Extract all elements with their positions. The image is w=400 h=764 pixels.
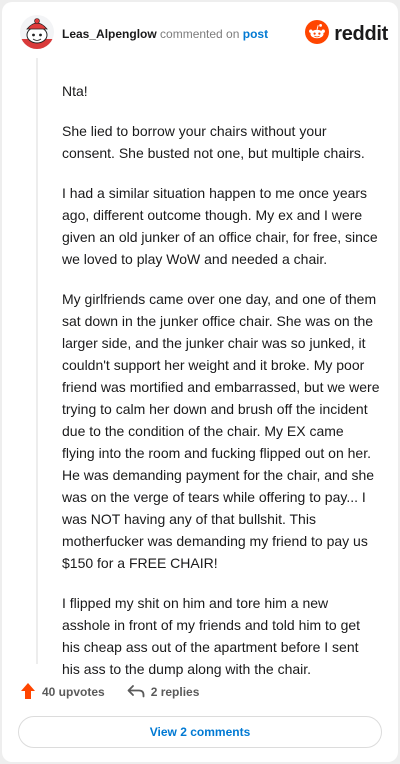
- post-link[interactable]: post: [243, 27, 268, 41]
- action-text: commented on: [160, 27, 240, 41]
- reddit-wordmark: reddit: [334, 22, 388, 45]
- snoo-avatar-icon[interactable]: [20, 15, 54, 49]
- comment-header: Leas_Alpenglow commented on post reddit: [2, 2, 398, 62]
- upvote-count: 40 upvotes: [42, 685, 105, 699]
- reply-arrow-icon: [127, 684, 151, 701]
- replies-button[interactable]: 2 replies: [127, 684, 200, 701]
- reddit-logo-icon: [305, 19, 330, 49]
- username-link[interactable]: Leas_Alpenglow: [62, 27, 157, 41]
- comment-paragraph: She lied to borrow your chairs without y…: [62, 123, 365, 161]
- comment-paragraph: I flipped my shit on him and tore him a …: [62, 595, 361, 677]
- reddit-brand[interactable]: reddit: [305, 19, 388, 49]
- view-comments-button[interactable]: View 2 comments: [18, 716, 382, 748]
- upvote-button[interactable]: 40 upvotes: [20, 682, 105, 703]
- comment-paragraph: My girlfriends came over one day, and on…: [62, 291, 380, 571]
- comment-body: Nta! She lied to borrow your chairs with…: [62, 80, 380, 698]
- upvote-arrow-icon: [20, 682, 42, 703]
- comment-card: Leas_Alpenglow commented on post reddit: [2, 2, 398, 762]
- comment-meta: Leas_Alpenglow commented on post: [62, 27, 268, 41]
- thread-line: [36, 58, 38, 664]
- replies-count: 2 replies: [150, 685, 200, 699]
- comment-paragraph: I had a similar situation happen to me o…: [62, 185, 378, 267]
- comment-actions: 40 upvotes 2 replies: [20, 682, 199, 702]
- comment-paragraph: Nta!: [62, 83, 88, 99]
